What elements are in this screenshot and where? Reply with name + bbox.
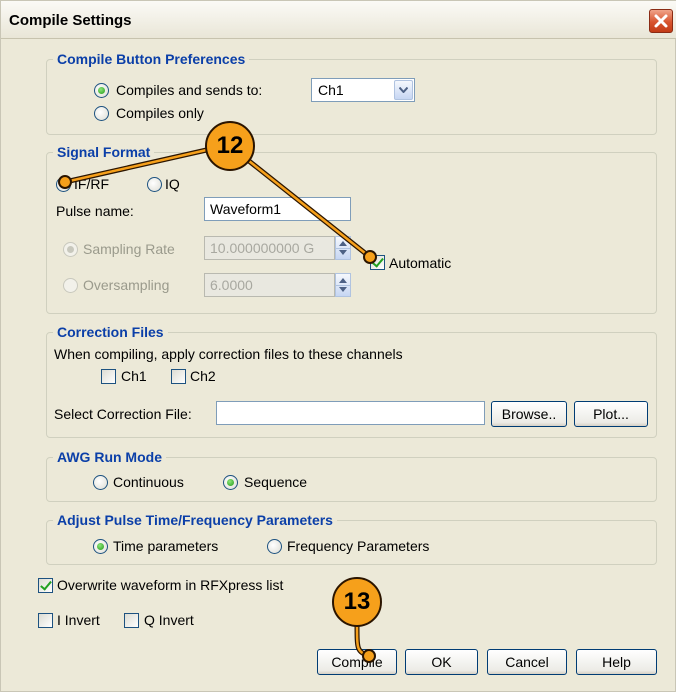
plot-button[interactable]: Plot... bbox=[574, 401, 648, 427]
oversampling-spinner[interactable] bbox=[335, 273, 351, 297]
sequence-label: Sequence bbox=[244, 474, 308, 490]
iq-radio[interactable] bbox=[147, 177, 162, 192]
adjust-pulse-legend: Adjust Pulse Time/Frequency Parameters bbox=[57, 512, 333, 528]
awg-run-mode-legend: AWG Run Mode bbox=[57, 449, 162, 465]
correction-ch1-checkbox[interactable] bbox=[101, 369, 116, 384]
time-parameters-label: Time parameters bbox=[113, 538, 219, 554]
title-bar: Compile Settings bbox=[1, 1, 676, 39]
sampling-rate-spinner[interactable] bbox=[335, 236, 351, 260]
overwrite-waveform-checkbox[interactable] bbox=[38, 578, 53, 593]
sampling-rate-label: Sampling Rate bbox=[83, 241, 175, 257]
callout-13: 13 bbox=[332, 577, 382, 627]
close-button[interactable] bbox=[649, 9, 673, 33]
automatic-checkbox[interactable] bbox=[370, 255, 385, 270]
pulse-name-label: Pulse name: bbox=[56, 203, 134, 219]
signal-format-legend: Signal Format bbox=[57, 144, 151, 160]
help-button[interactable]: Help bbox=[576, 649, 657, 675]
oversampling-label: Oversampling bbox=[83, 277, 170, 293]
sampling-rate-radio[interactable] bbox=[63, 242, 78, 257]
ifrf-radio[interactable] bbox=[56, 177, 71, 192]
compiles-and-sends-radio[interactable] bbox=[94, 83, 109, 98]
correction-files-legend: Correction Files bbox=[57, 324, 164, 340]
correction-files-description: When compiling, apply correction files t… bbox=[54, 346, 403, 362]
compiles-only-label: Compiles only bbox=[116, 105, 204, 121]
dialog-title: Compile Settings bbox=[9, 12, 132, 29]
compile-settings-dialog: Compile Settings Compile Button Preferen… bbox=[0, 0, 676, 692]
compile-button[interactable]: Compile bbox=[317, 649, 397, 675]
frequency-parameters-radio[interactable] bbox=[267, 539, 282, 554]
browse-button[interactable]: Browse.. bbox=[491, 401, 567, 427]
cancel-button[interactable]: Cancel bbox=[487, 649, 567, 675]
channel-select[interactable]: Ch1 bbox=[311, 78, 415, 102]
select-correction-file-label: Select Correction File: bbox=[54, 406, 192, 422]
q-invert-checkbox[interactable] bbox=[124, 613, 139, 628]
overwrite-waveform-label: Overwrite waveform in RFXpress list bbox=[57, 577, 284, 593]
compiles-only-radio[interactable] bbox=[94, 106, 109, 121]
correction-ch2-label: Ch2 bbox=[190, 368, 216, 384]
correction-file-input[interactable] bbox=[216, 401, 485, 425]
correction-ch2-checkbox[interactable] bbox=[171, 369, 186, 384]
sampling-rate-input[interactable]: 10.000000000 G bbox=[204, 236, 335, 260]
continuous-radio[interactable] bbox=[93, 475, 108, 490]
chevron-down-icon[interactable] bbox=[394, 80, 413, 100]
compiles-and-sends-label: Compiles and sends to: bbox=[116, 82, 263, 98]
ok-button[interactable]: OK bbox=[405, 649, 478, 675]
ifrf-label: IF/RF bbox=[74, 176, 109, 192]
continuous-label: Continuous bbox=[113, 474, 184, 490]
oversampling-radio[interactable] bbox=[63, 278, 78, 293]
i-invert-label: I Invert bbox=[57, 612, 100, 628]
iq-label: IQ bbox=[165, 176, 180, 192]
sequence-radio[interactable] bbox=[223, 475, 238, 490]
time-parameters-radio[interactable] bbox=[93, 539, 108, 554]
i-invert-checkbox[interactable] bbox=[38, 613, 53, 628]
compile-button-preferences-legend: Compile Button Preferences bbox=[57, 51, 246, 67]
correction-ch1-label: Ch1 bbox=[121, 368, 147, 384]
close-icon bbox=[654, 14, 668, 28]
callout-12: 12 bbox=[205, 121, 255, 171]
channel-select-value: Ch1 bbox=[318, 82, 344, 98]
q-invert-label: Q Invert bbox=[144, 612, 194, 628]
pulse-name-input[interactable]: Waveform1 bbox=[204, 197, 351, 221]
oversampling-input[interactable]: 6.0000 bbox=[204, 273, 335, 297]
frequency-parameters-label: Frequency Parameters bbox=[287, 538, 430, 554]
automatic-label: Automatic bbox=[389, 255, 452, 271]
